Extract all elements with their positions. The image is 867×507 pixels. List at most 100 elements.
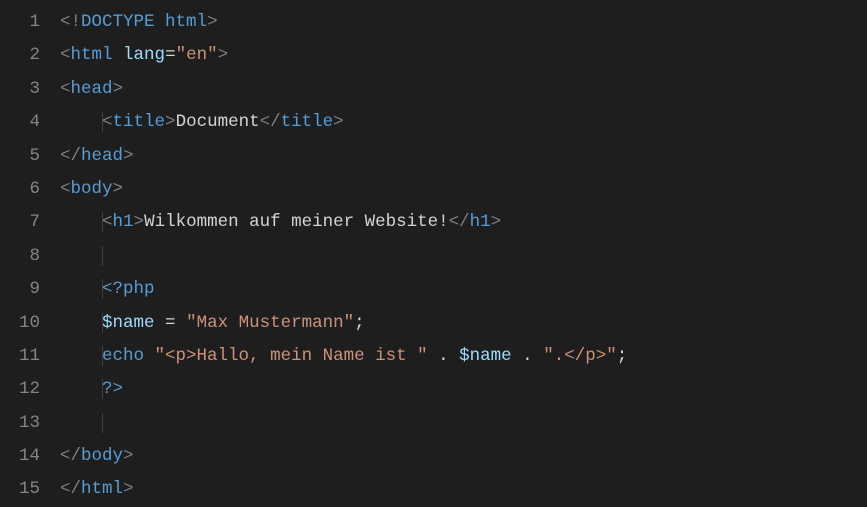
doctype-html: html xyxy=(165,12,207,32)
punct: > xyxy=(113,179,124,199)
code-line[interactable]: <body> xyxy=(60,173,867,206)
punct: > xyxy=(207,12,218,32)
operator: . xyxy=(438,346,449,366)
line-number: 6 xyxy=(0,173,40,206)
code-line[interactable]: echo "<p>Hallo, mein Name ist " . $name … xyxy=(60,340,867,373)
indent-guide xyxy=(102,279,103,299)
line-number: 7 xyxy=(0,206,40,239)
space xyxy=(176,313,187,333)
equals: = xyxy=(165,45,176,65)
code-line[interactable]: <title>Document</title> xyxy=(60,106,867,139)
code-line[interactable] xyxy=(60,407,867,440)
punct: > xyxy=(123,446,134,466)
punct: > xyxy=(123,479,134,499)
code-line[interactable]: <html lang="en"> xyxy=(60,39,867,72)
space xyxy=(144,346,155,366)
space xyxy=(512,346,523,366)
indent-guide xyxy=(102,413,103,433)
tag: html xyxy=(81,479,123,499)
php-variable: $name xyxy=(459,346,512,366)
line-number: 12 xyxy=(0,373,40,406)
punct: <! xyxy=(60,12,81,32)
code-line[interactable]: $name = "Max Mustermann"; xyxy=(60,307,867,340)
punct: > xyxy=(113,79,124,99)
string: ".</p>" xyxy=(543,346,617,366)
semicolon: ; xyxy=(617,346,628,366)
punct: > xyxy=(491,212,502,232)
indent-guide xyxy=(102,379,103,399)
attr-name: lang xyxy=(123,45,165,65)
code-line[interactable] xyxy=(60,240,867,273)
doctype-keyword: DOCTYPE xyxy=(81,12,155,32)
punct: > xyxy=(333,112,344,132)
line-number-gutter: 1 2 3 4 5 6 7 8 9 10 11 12 13 14 15 xyxy=(0,0,60,502)
line-number: 10 xyxy=(0,307,40,340)
punct: > xyxy=(123,146,134,166)
line-number: 11 xyxy=(0,340,40,373)
punct: < xyxy=(60,179,71,199)
punct: > xyxy=(218,45,229,65)
punct: < xyxy=(60,45,71,65)
punct: > xyxy=(134,212,145,232)
indent-guide xyxy=(102,313,103,333)
indent-guide xyxy=(102,246,103,266)
indent-guide xyxy=(102,112,103,132)
punct: </ xyxy=(260,112,281,132)
operator: = xyxy=(165,313,176,333)
code-editor[interactable]: 1 2 3 4 5 6 7 8 9 10 11 12 13 14 15 <!DO… xyxy=(0,0,867,502)
punct: > xyxy=(165,112,176,132)
space xyxy=(449,346,460,366)
code-line[interactable]: </head> xyxy=(60,140,867,173)
line-number: 13 xyxy=(0,407,40,440)
code-line[interactable]: <h1>Wilkommen auf meiner Website!</h1> xyxy=(60,206,867,239)
tag: head xyxy=(81,146,123,166)
code-line[interactable]: </body> xyxy=(60,440,867,473)
tag: h1 xyxy=(113,212,134,232)
php-open: <?php xyxy=(102,279,155,299)
operator: . xyxy=(522,346,533,366)
tag: body xyxy=(71,179,113,199)
space xyxy=(113,45,124,65)
line-number: 5 xyxy=(0,140,40,173)
space xyxy=(155,313,166,333)
indent-guide xyxy=(102,346,103,366)
text: Document xyxy=(176,112,260,132)
line-number: 2 xyxy=(0,39,40,72)
tag: html xyxy=(71,45,113,65)
code-line[interactable]: <!DOCTYPE html> xyxy=(60,6,867,39)
punct: </ xyxy=(60,446,81,466)
space xyxy=(155,12,166,32)
code-area[interactable]: <!DOCTYPE html> <html lang="en"> <head> … xyxy=(60,0,867,502)
line-number: 8 xyxy=(0,240,40,273)
tag: h1 xyxy=(470,212,491,232)
text: Wilkommen auf meiner Website! xyxy=(144,212,449,232)
punct: </ xyxy=(60,479,81,499)
line-number: 9 xyxy=(0,273,40,306)
tag: head xyxy=(71,79,113,99)
php-keyword: echo xyxy=(102,346,144,366)
line-number: 4 xyxy=(0,106,40,139)
string: "Max Mustermann" xyxy=(186,313,354,333)
space xyxy=(428,346,439,366)
line-number: 3 xyxy=(0,73,40,106)
tag: title xyxy=(281,112,334,132)
indent-guide xyxy=(102,212,103,232)
semicolon: ; xyxy=(354,313,365,333)
attr-value: "en" xyxy=(176,45,218,65)
string: "<p>Hallo, mein Name ist " xyxy=(155,346,428,366)
punct: < xyxy=(60,79,71,99)
space xyxy=(533,346,544,366)
code-line[interactable]: <head> xyxy=(60,73,867,106)
code-line[interactable]: ?> xyxy=(60,373,867,406)
punct: </ xyxy=(449,212,470,232)
line-number: 14 xyxy=(0,440,40,473)
php-variable: $name xyxy=(102,313,155,333)
tag: title xyxy=(113,112,166,132)
php-close: ?> xyxy=(102,379,123,399)
line-number: 1 xyxy=(0,6,40,39)
punct: < xyxy=(102,212,113,232)
punct: < xyxy=(102,112,113,132)
tag: body xyxy=(81,446,123,466)
code-line[interactable]: <?php xyxy=(60,273,867,306)
punct: </ xyxy=(60,146,81,166)
